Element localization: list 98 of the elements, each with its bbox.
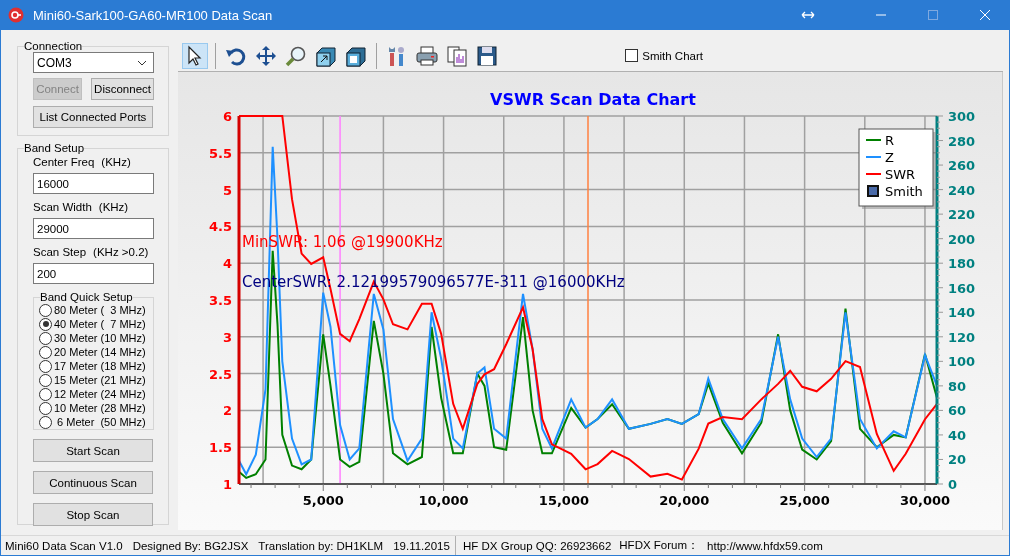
tick-label: 6 [222, 109, 232, 124]
status-text: Mini60 Data Scan V1.0 [5, 539, 123, 552]
radio-label[interactable]: 17 Meter (18 MHz) [54, 360, 146, 372]
tick-label: 4.5 [208, 219, 232, 235]
caret-icon [137, 59, 147, 66]
status-text: HF DX Group QQ: 26923662 [463, 539, 612, 552]
tick-label: 2.5 [208, 366, 232, 382]
tick-label: 20,000 [659, 493, 710, 508]
radio-button[interactable] [39, 373, 52, 387]
scan-button[interactable]: Start Scan [33, 439, 153, 462]
tick-label: 200 [948, 231, 976, 247]
tick-label: 260 [948, 158, 976, 174]
checkbox-label[interactable]: Smith Chart [642, 49, 703, 62]
legend-label: Smith [885, 184, 923, 199]
move-icon [255, 44, 277, 67]
tick-label: 280 [948, 133, 976, 149]
legend-label: R [885, 133, 895, 148]
pointer-icon [186, 44, 204, 67]
box-arrow-icon [315, 44, 337, 67]
unit-label: (KHz) [98, 201, 129, 215]
app-icon [8, 7, 24, 23]
input-field[interactable]: 29000 [33, 218, 154, 239]
tick-label: 160 [948, 280, 976, 296]
tick-label: 25,000 [779, 493, 830, 508]
radio-label[interactable]: 80 Meter ( 3 MHz) [54, 304, 146, 316]
tick-label: 120 [948, 329, 976, 345]
radio-button[interactable] [39, 331, 52, 345]
status-text: Translation by: DH1KLM [258, 539, 384, 552]
tick-label: 140 [948, 305, 976, 321]
tick-label: 60 [948, 403, 967, 419]
radio-label[interactable]: 12 Meter (24 MHz) [54, 388, 146, 400]
documents-icon [446, 44, 468, 67]
tick-label: 300 [948, 109, 976, 124]
tick-label: 240 [948, 182, 976, 198]
radio-button[interactable] [39, 317, 52, 331]
tick-label: 100 [948, 354, 976, 370]
radio-button[interactable] [39, 401, 52, 415]
tick-label: 1.5 [208, 440, 232, 456]
input-field[interactable]: 200 [33, 263, 154, 284]
tick-label: 15,000 [538, 493, 589, 508]
tick-label: 3 [222, 329, 232, 345]
radio-button[interactable] [39, 303, 52, 317]
tick-label: 4 [222, 256, 232, 272]
magnifier-icon [285, 44, 307, 67]
tick-label: 2 [222, 403, 232, 419]
legend-label: SWR [885, 167, 916, 182]
tick-label: 5 [222, 182, 232, 198]
tick-label: 10,000 [418, 493, 469, 508]
field-label: Scan Width [33, 201, 92, 215]
status-text: Designed By: BG2JSX [132, 539, 249, 552]
tick-label: 1 [222, 477, 232, 492]
legend-label: Z [885, 150, 894, 165]
field-label: Scan Step [33, 246, 87, 260]
group-title: Band Quick Setup [40, 291, 133, 303]
radio-button[interactable] [39, 359, 52, 373]
close-icon [980, 10, 990, 20]
radio-label[interactable]: 10 Meter (28 MHz) [54, 402, 146, 414]
radio-label[interactable]: 40 Meter ( 7 MHz) [54, 318, 146, 330]
maximize-icon [928, 10, 938, 20]
radio-label[interactable]: 6 Meter (50 MHz) [54, 416, 146, 428]
radio-label[interactable]: 15 Meter (21 MHz) [54, 374, 146, 386]
tick-label: 0 [948, 477, 958, 492]
unit-label: (KHz >0.2) [93, 246, 149, 260]
tick-label: 180 [948, 256, 976, 272]
tick-label: 5,000 [302, 493, 344, 508]
field-label: Center Freq [33, 156, 95, 170]
radio-button[interactable] [39, 387, 52, 401]
tick-label: 20 [948, 452, 967, 468]
scan-button[interactable]: Stop Scan [33, 503, 153, 526]
disconnect-button[interactable]: Disconnect [91, 78, 154, 100]
checkbox[interactable] [625, 49, 639, 62]
tool-button[interactable] [182, 42, 208, 69]
tick-label: 40 [948, 427, 967, 443]
radio-label[interactable]: 30 Meter (10 MHz) [54, 332, 146, 344]
radio-button[interactable] [39, 345, 52, 359]
cube-icon [345, 44, 367, 67]
window-title: Mini60-Sark100-GA60-MR100 Data Scan [33, 7, 273, 23]
radio-button[interactable] [39, 415, 52, 429]
input-field[interactable]: 16000 [33, 173, 154, 194]
save-icon [476, 44, 498, 67]
group-title: Connection [24, 40, 83, 52]
chart-title: VSWR Scan Data Chart [490, 90, 696, 109]
status-text: 19.11.2015 [393, 539, 450, 552]
printer-icon [416, 44, 438, 67]
port-dropdown[interactable]: COM3 [33, 52, 154, 73]
status-text: HFDX Forum： [619, 538, 700, 553]
group-title: Band Setup [24, 142, 85, 154]
tick-label: 30,000 [899, 493, 951, 508]
list-ports-button[interactable]: List Connected Ports [33, 106, 153, 128]
radio-label[interactable]: 20 Meter (14 MHz) [54, 346, 146, 358]
unit-label: (KHz) [101, 156, 131, 170]
tick-label: 220 [948, 207, 976, 223]
tick-label: 3.5 [208, 293, 232, 308]
status-text: http://www.hfdx59.com [707, 539, 823, 552]
tick-label: 5.5 [208, 145, 232, 161]
scan-button[interactable]: Continuous Scan [33, 471, 153, 494]
tick-label: 80 [948, 378, 967, 394]
resize-arrows-icon[interactable] [801, 10, 815, 20]
